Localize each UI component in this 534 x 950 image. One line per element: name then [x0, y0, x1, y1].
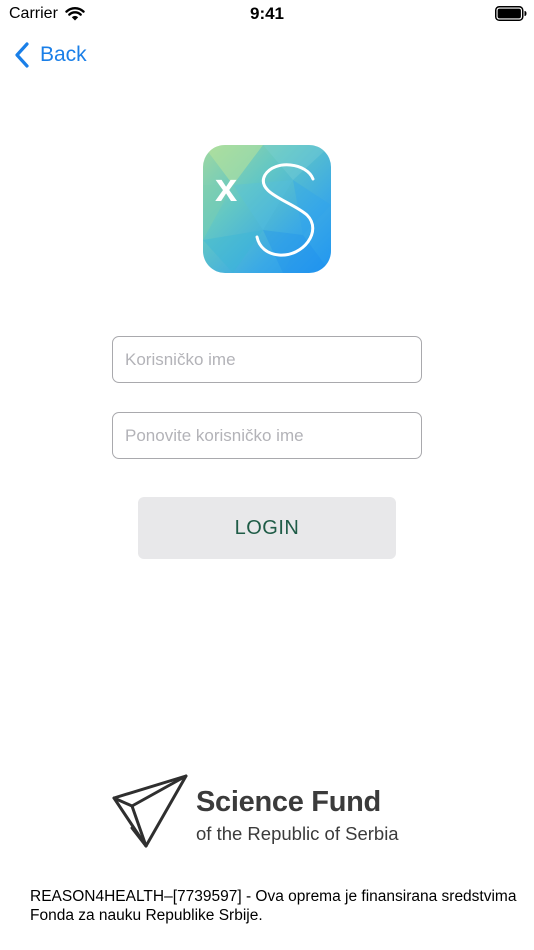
- science-fund-logo: Science Fund of the Republic of Serbia: [110, 772, 430, 852]
- fund-title: Science Fund: [196, 786, 381, 818]
- funding-note: REASON4HEALTH–[7739597] - Ova oprema je …: [30, 888, 517, 924]
- login-label: LOGIN: [234, 516, 300, 539]
- status-bar: Carrier 9:41: [0, 0, 534, 30]
- back-label: Back: [40, 43, 87, 66]
- repeat-username-field[interactable]: [112, 412, 422, 459]
- svg-text:x: x: [215, 166, 237, 210]
- login-button[interactable]: LOGIN: [138, 497, 396, 559]
- status-time: 9:41: [249, 4, 285, 23]
- username-input[interactable]: [113, 337, 421, 382]
- app-logo: x: [203, 145, 331, 273]
- paper-plane-icon: [112, 774, 188, 848]
- username-field[interactable]: [112, 336, 422, 383]
- battery-icon: [495, 6, 527, 21]
- fund-subtitle: of the Republic of Serbia: [196, 823, 399, 844]
- repeat-username-input[interactable]: [113, 413, 421, 458]
- back-button[interactable]: Back: [14, 40, 87, 70]
- chevron-left-icon: [15, 42, 29, 68]
